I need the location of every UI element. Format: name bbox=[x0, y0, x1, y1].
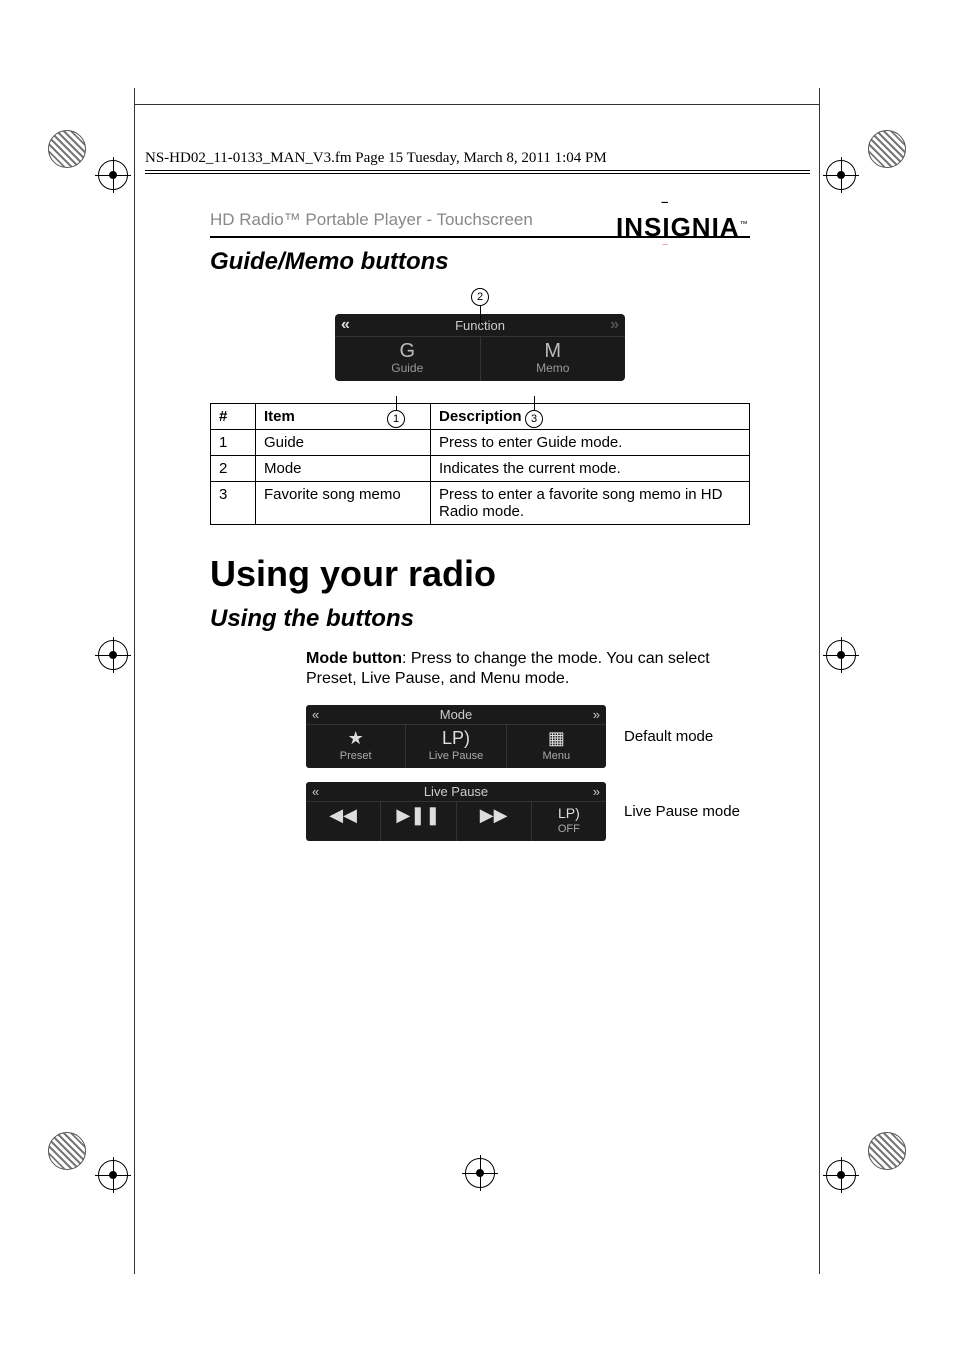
register-mark-icon bbox=[826, 1160, 856, 1190]
crop-rule-left bbox=[134, 88, 135, 1274]
register-mark-icon bbox=[98, 640, 128, 670]
register-mark-icon bbox=[826, 640, 856, 670]
register-mark-icon bbox=[826, 160, 856, 190]
register-mark-icon bbox=[98, 1160, 128, 1190]
register-disc-icon bbox=[48, 1132, 86, 1170]
footer-page-number: 15 bbox=[532, 0, 750, 1082]
register-mark-icon bbox=[465, 1158, 495, 1188]
crop-rule-right bbox=[819, 88, 820, 1274]
register-disc-icon bbox=[48, 130, 86, 168]
register-disc-icon bbox=[868, 1132, 906, 1170]
register-mark-icon bbox=[98, 160, 128, 190]
register-disc-icon bbox=[868, 130, 906, 168]
